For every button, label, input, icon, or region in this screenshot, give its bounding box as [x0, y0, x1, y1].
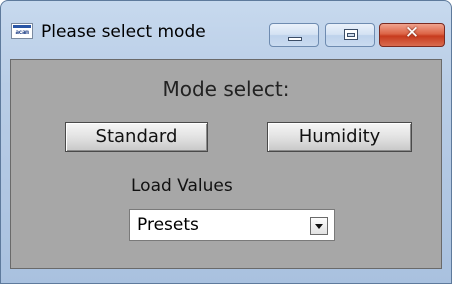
- dialog-window: acam Please select mode ✕ Mode select: S…: [0, 0, 452, 284]
- minimize-button[interactable]: [269, 23, 319, 47]
- app-icon[interactable]: acam: [11, 23, 33, 39]
- close-icon: ✕: [404, 23, 420, 43]
- load-values-selected: Presets: [137, 215, 199, 235]
- window-title: Please select mode: [41, 22, 206, 42]
- humidity-button[interactable]: Humidity: [267, 122, 412, 152]
- standard-button[interactable]: Standard: [65, 122, 208, 152]
- load-values-label: Load Values: [131, 176, 233, 196]
- maximize-button[interactable]: [325, 23, 375, 47]
- mode-select-label: Mode select:: [162, 77, 290, 101]
- close-button[interactable]: ✕: [379, 23, 445, 47]
- chevron-down-icon[interactable]: [310, 217, 328, 235]
- load-values-select[interactable]: Presets: [129, 209, 335, 241]
- minimize-icon: [288, 37, 302, 41]
- app-icon-text: acam: [15, 29, 29, 36]
- maximize-icon: [344, 29, 358, 40]
- title-bar[interactable]: acam Please select mode ✕: [1, 1, 451, 47]
- app-icon-bar: [13, 25, 31, 28]
- client-area: Mode select: Standard Humidity Load Valu…: [10, 59, 442, 269]
